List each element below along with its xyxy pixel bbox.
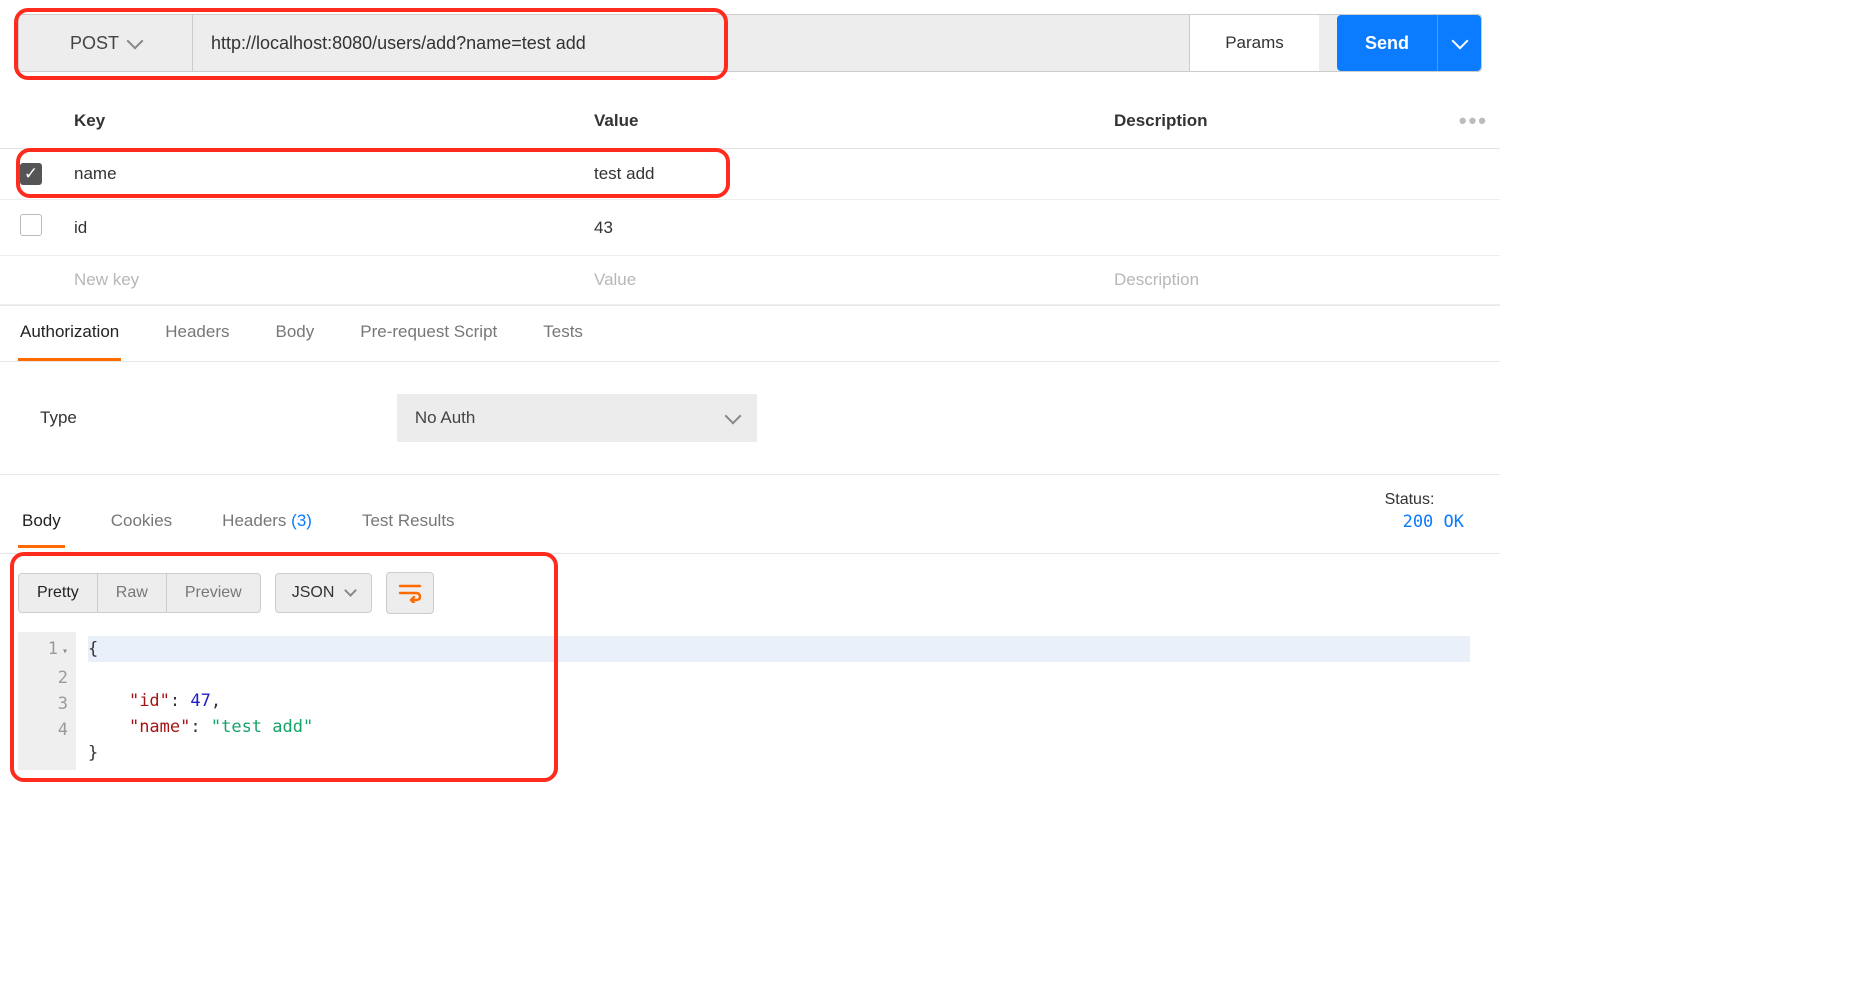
body-toolbar: Pretty Raw Preview JSON [0,554,1500,632]
cell-value[interactable]: 43 [582,200,1102,256]
mode-raw[interactable]: Raw [98,574,167,612]
params-table: Key Value Description ••• ✓ name test ad… [0,94,1500,305]
th-value: Value [582,94,1102,149]
chevron-down-icon [724,407,741,424]
resp-tab-cookies[interactable]: Cookies [107,497,176,548]
table-new-row[interactable]: New key Value Description [0,256,1500,305]
status-label: Status: [1385,491,1435,508]
wrap-button[interactable] [386,572,434,614]
url-input[interactable] [193,15,1189,71]
send-button[interactable]: Send [1337,15,1437,71]
params-header-row: Key Value Description ••• [0,94,1500,149]
cell-key[interactable]: name [62,149,582,200]
th-desc: Description [1102,94,1447,149]
cell-value-placeholder[interactable]: Value [582,256,1102,305]
view-mode-group: Pretty Raw Preview [18,573,261,613]
app: POST Params Send Key Value Description •… [0,0,1500,770]
chevron-down-icon [345,584,358,597]
mode-preview[interactable]: Preview [167,574,260,612]
mode-pretty[interactable]: Pretty [19,574,98,612]
chevron-down-icon [1451,32,1468,49]
tab-tests[interactable]: Tests [541,306,585,361]
response-body-editor[interactable]: 1 2 3 4 { "id": 47, "name": "test add" } [18,632,1482,770]
row-checkbox[interactable]: ✓ [20,163,42,185]
cell-desc-placeholder[interactable]: Description [1102,256,1447,305]
headers-count: (3) [291,511,312,530]
params-button-label: Params [1225,33,1284,53]
th-key: Key [62,94,582,149]
tab-prerequest[interactable]: Pre-request Script [358,306,499,361]
auth-type-select[interactable]: No Auth [397,394,757,442]
format-select[interactable]: JSON [275,573,373,613]
table-row[interactable]: id 43 [0,200,1500,256]
cell-value[interactable]: test add [582,149,1102,200]
cell-desc[interactable] [1102,149,1447,200]
resp-tab-body[interactable]: Body [18,497,65,548]
gutter: 1 2 3 4 [18,632,76,770]
resp-tab-headers-label: Headers [222,511,286,530]
tab-authorization[interactable]: Authorization [18,306,121,361]
params-button[interactable]: Params [1189,15,1319,71]
code-content: { "id": 47, "name": "test add" } [76,632,1482,770]
cell-key-placeholder[interactable]: New key [62,256,582,305]
status-code: 200 OK [1403,509,1464,535]
send-button-label: Send [1365,33,1409,53]
method-label: POST [70,33,119,54]
tab-body[interactable]: Body [274,306,317,361]
status: Status: 200 OK [1385,491,1482,553]
auth-type-value: No Auth [415,408,476,428]
request-bar: POST Params Send [18,14,1482,72]
auth-type-label: Type [40,408,77,428]
tab-headers[interactable]: Headers [163,306,231,361]
resp-tab-headers[interactable]: Headers (3) [218,497,316,548]
table-row[interactable]: ✓ name test add [0,149,1500,200]
format-value: JSON [292,584,335,602]
cell-key[interactable]: id [62,200,582,256]
cell-desc[interactable] [1102,200,1447,256]
method-select[interactable]: POST [19,15,193,71]
more-icon[interactable]: ••• [1459,108,1488,133]
chevron-down-icon [127,32,144,49]
response-tabs: Body Cookies Headers (3) Test Results St… [0,483,1500,554]
send-group: Send [1337,15,1481,71]
row-checkbox[interactable] [20,214,42,236]
send-dropdown[interactable] [1437,15,1481,71]
auth-section: Type No Auth [0,362,1500,475]
resp-tab-testresults[interactable]: Test Results [358,497,459,548]
request-tabs: Authorization Headers Body Pre-request S… [0,305,1500,362]
wrap-icon [398,583,422,603]
